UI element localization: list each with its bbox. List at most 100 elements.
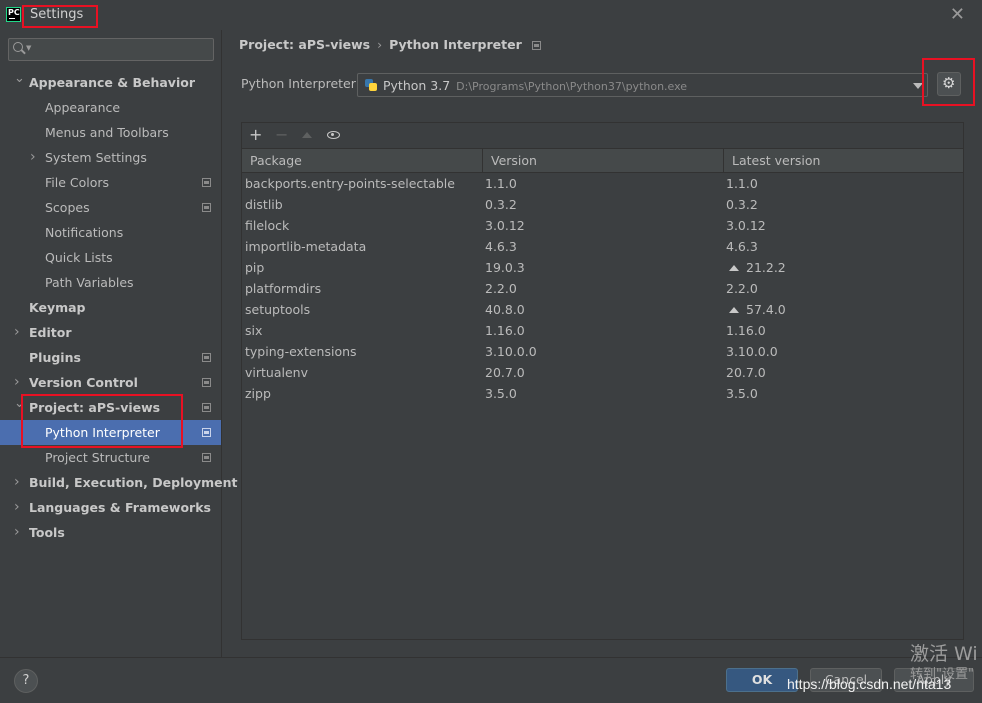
chevron-down-icon[interactable] xyxy=(913,83,923,89)
table-row[interactable]: six 1.16.0 1.16.0 xyxy=(242,320,963,341)
sidebar-item-editor[interactable]: › Editor xyxy=(0,320,221,345)
sidebar-item-file-colors[interactable]: File Colors xyxy=(0,170,221,195)
table-row[interactable]: pip 19.0.3 21.2.2 xyxy=(242,257,963,278)
project-scope-icon xyxy=(202,453,211,462)
interpreter-name: Python 3.7 xyxy=(383,78,451,93)
sidebar-item-label: Quick Lists xyxy=(45,250,113,265)
table-body: backports.entry-points-selectable 1.1.0 1.… xyxy=(242,173,963,404)
gear-icon: ⚙ xyxy=(942,74,956,92)
latest-version-text: 3.10.0.0 xyxy=(726,344,778,359)
chevron-right-icon[interactable]: › xyxy=(14,470,20,495)
table-row[interactable]: backports.entry-points-selectable 1.1.0 1.… xyxy=(242,173,963,194)
help-button[interactable]: ? xyxy=(14,669,38,693)
sidebar-item-languages-frameworks[interactable]: › Languages & Frameworks xyxy=(0,495,221,520)
breadcrumb-separator: › xyxy=(377,37,383,52)
sidebar-item-build-execution-deployment[interactable]: › Build, Execution, Deployment xyxy=(0,470,237,495)
package-version-cell: 20.7.0 xyxy=(485,365,525,380)
chevron-right-icon[interactable]: › xyxy=(14,495,20,520)
sidebar-item-tools[interactable]: › Tools xyxy=(0,520,221,545)
breadcrumb: Project: aPS-views › Python Interpreter xyxy=(239,37,541,52)
interpreter-select[interactable]: Python 3.7 D:\Programs\Python\Python37\p… xyxy=(357,73,928,97)
upgrade-available-icon xyxy=(729,265,739,271)
search-icon xyxy=(13,42,23,52)
package-name-cell: distlib xyxy=(245,197,283,212)
sidebar-item-project-aps-views[interactable]: ⌄ Project: aPS-views xyxy=(0,395,221,420)
table-row[interactable]: virtualenv 20.7.0 20.7.0 xyxy=(242,362,963,383)
table-row[interactable]: zipp 3.5.0 3.5.0 xyxy=(242,383,963,404)
windows-activation-notice: 激活 Wi xyxy=(910,643,978,665)
project-scope-icon xyxy=(202,403,211,412)
settings-tree: ⌄ Appearance & Behavior Appearance Menus an… xyxy=(0,70,237,545)
sidebar-item-plugins[interactable]: Plugins xyxy=(0,345,221,370)
package-name-cell: virtualenv xyxy=(245,365,308,380)
show-early-releases-eye-icon[interactable] xyxy=(327,131,340,139)
table-header: Package Version Latest version xyxy=(242,148,963,173)
project-scope-icon xyxy=(531,41,541,50)
sidebar-item-appearance[interactable]: Appearance xyxy=(0,95,221,120)
sidebar-item-label: Project Structure xyxy=(45,450,150,465)
sidebar-item-label: Build, Execution, Deployment xyxy=(29,475,238,490)
sidebar-item-label: Editor xyxy=(29,325,72,340)
package-version-cell: 3.5.0 xyxy=(485,386,517,401)
sidebar-item-label: Appearance & Behavior xyxy=(29,75,195,90)
latest-version-text: 1.1.0 xyxy=(726,176,758,191)
project-scope-icon xyxy=(202,353,211,362)
sidebar-item-menus-and-toolbars[interactable]: Menus and Toolbars xyxy=(0,120,221,145)
column-header-version[interactable]: Version xyxy=(482,149,723,172)
latest-version-text: 57.4.0 xyxy=(746,302,786,317)
interpreter-settings-button[interactable]: ⚙ xyxy=(937,72,961,96)
column-header-package[interactable]: Package xyxy=(242,149,482,172)
sidebar-item-notifications[interactable]: Notifications xyxy=(0,220,221,245)
sidebar-item-scopes[interactable]: Scopes xyxy=(0,195,221,220)
packages-toolbar: + − xyxy=(242,123,963,148)
table-row[interactable]: importlib-metadata 4.6.3 4.6.3 xyxy=(242,236,963,257)
sidebar-item-label: Project: aPS-views xyxy=(29,400,161,415)
windows-activation-hint: 转到"设置" xyxy=(910,667,974,682)
chevron-down-icon[interactable]: ⌄ xyxy=(14,391,25,416)
column-header-latest-version[interactable]: Latest version xyxy=(723,149,963,172)
sidebar-item-system-settings[interactable]: › System Settings xyxy=(0,145,221,170)
package-version-cell: 3.0.12 xyxy=(485,218,525,233)
package-name-cell: zipp xyxy=(245,386,271,401)
table-row[interactable]: setuptools 40.8.0 57.4.0 xyxy=(242,299,963,320)
search-options-dropdown-icon[interactable]: ▼ xyxy=(26,44,31,52)
sidebar-item-label: Menus and Toolbars xyxy=(45,125,169,140)
sidebar-item-path-variables[interactable]: Path Variables xyxy=(0,270,221,295)
settings-search-input[interactable]: ▼ xyxy=(8,38,214,61)
upgrade-package-button[interactable] xyxy=(302,132,312,138)
package-latest-cell: 3.5.0 xyxy=(726,383,758,404)
table-row[interactable]: distlib 0.3.2 0.3.2 xyxy=(242,194,963,215)
table-row[interactable]: typing-extensions 3.10.0.0 3.10.0.0 xyxy=(242,341,963,362)
chevron-right-icon[interactable]: › xyxy=(14,320,20,345)
chevron-down-icon[interactable]: ⌄ xyxy=(14,66,25,91)
add-package-button[interactable]: + xyxy=(249,125,262,145)
remove-package-button[interactable]: − xyxy=(275,125,288,145)
sidebar-item-appearance-behavior[interactable]: ⌄ Appearance & Behavior xyxy=(0,70,221,95)
settings-sidebar: ▼ ⌄ Appearance & Behavior Appearance Menus … xyxy=(0,30,237,657)
latest-version-text: 3.5.0 xyxy=(726,386,758,401)
package-name-cell: filelock xyxy=(245,218,290,233)
sidebar-item-project-structure[interactable]: Project Structure xyxy=(0,445,221,470)
chevron-right-icon[interactable]: › xyxy=(14,520,20,545)
upgrade-available-icon xyxy=(729,307,739,313)
package-latest-cell: 2.2.0 xyxy=(726,278,758,299)
table-row[interactable]: filelock 3.0.12 3.0.12 xyxy=(242,215,963,236)
sidebar-item-label: Appearance xyxy=(45,100,121,115)
package-name-cell: importlib-metadata xyxy=(245,239,367,254)
sidebar-item-label: Languages & Frameworks xyxy=(29,500,211,515)
window-title: Settings xyxy=(30,7,84,22)
package-latest-cell: 4.6.3 xyxy=(726,236,758,257)
sidebar-item-version-control[interactable]: › Version Control xyxy=(0,370,221,395)
sidebar-item-label: Notifications xyxy=(45,225,124,240)
breadcrumb-page: Python Interpreter xyxy=(389,37,522,52)
sidebar-item-python-interpreter[interactable]: Python Interpreter xyxy=(0,420,221,445)
sidebar-item-quick-lists[interactable]: Quick Lists xyxy=(0,245,221,270)
sidebar-item-keymap[interactable]: Keymap xyxy=(0,295,221,320)
chevron-right-icon[interactable]: › xyxy=(30,145,36,170)
latest-version-text: 20.7.0 xyxy=(726,365,766,380)
close-icon[interactable]: ✕ xyxy=(950,4,965,25)
sidebar-item-label: File Colors xyxy=(45,175,110,190)
dialog-footer: ? OK Cancel Apply https://blog.csdn.net/… xyxy=(0,657,982,703)
table-row[interactable]: platformdirs 2.2.0 2.2.0 xyxy=(242,278,963,299)
package-version-cell: 1.1.0 xyxy=(485,176,517,191)
